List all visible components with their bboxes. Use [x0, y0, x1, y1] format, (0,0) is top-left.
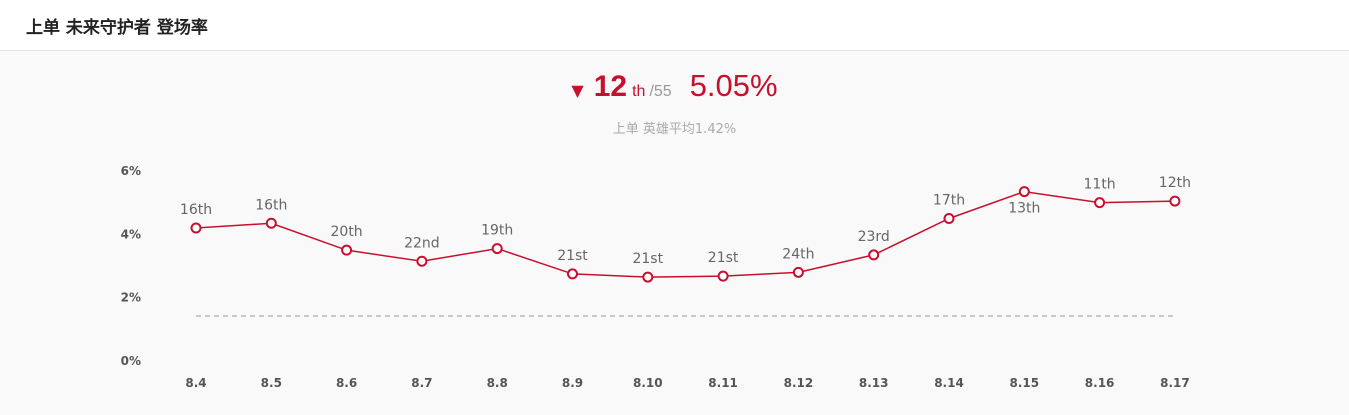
rank-data-label: 20th	[331, 224, 363, 240]
data-point	[341, 244, 353, 256]
x-tick-label: 8.4	[185, 376, 206, 390]
x-tick-label: 8.7	[411, 376, 432, 390]
y-tick-label: 6%	[121, 164, 141, 178]
x-tick-label: 8.15	[1009, 376, 1039, 390]
data-point	[1018, 186, 1030, 198]
data-point	[491, 243, 503, 255]
data-point	[190, 222, 202, 234]
rank-data-label: 12th	[1159, 175, 1191, 191]
rank-data-label: 16th	[255, 197, 287, 213]
rank-data-label: 21st	[708, 250, 739, 266]
rank-data-label: 13th	[1008, 201, 1040, 217]
data-point	[717, 270, 729, 282]
y-tick-label: 4%	[121, 227, 141, 241]
x-tick-label: 8.6	[336, 376, 357, 390]
data-point	[265, 217, 277, 229]
x-tick-label: 8.16	[1085, 376, 1115, 390]
x-tick-label: 8.17	[1160, 376, 1190, 390]
rank-data-label: 23rd	[858, 229, 890, 245]
rank-data-label: 17th	[933, 193, 965, 209]
x-tick-label: 8.8	[487, 376, 508, 390]
x-tick-label: 8.13	[859, 376, 889, 390]
x-tick-label: 8.10	[633, 376, 663, 390]
x-tick-label: 8.9	[562, 376, 583, 390]
data-point	[1169, 195, 1181, 207]
data-point	[943, 213, 955, 224]
rank-data-label: 11th	[1084, 177, 1116, 193]
data-point	[567, 268, 578, 280]
data-point	[868, 249, 880, 261]
data-point	[792, 266, 804, 278]
rank-data-label: 24th	[782, 246, 814, 262]
x-tick-label: 8.5	[261, 376, 282, 390]
x-tick-label: 8.14	[934, 376, 964, 390]
rank-data-label: 21st	[557, 248, 588, 264]
data-point	[1094, 197, 1106, 209]
y-tick-label: 0%	[121, 354, 141, 368]
x-tick-label: 8.12	[784, 376, 814, 390]
rank-data-label: 19th	[481, 223, 513, 239]
rank-data-label: 21st	[632, 251, 663, 267]
pick-rate-line-chart: 0% 2% 4% 6% 8.4 8.5 8.6 8.7 8.8 8.9 8.10 8.11 8.12 8.…	[121, 164, 1191, 390]
y-tick-label: 2%	[121, 291, 141, 305]
rank-data-label: 22nd	[404, 235, 440, 251]
x-tick-label: 8.11	[708, 376, 738, 390]
data-point	[642, 271, 654, 283]
data-point	[416, 255, 428, 267]
rank-data-label: 16th	[180, 202, 212, 218]
